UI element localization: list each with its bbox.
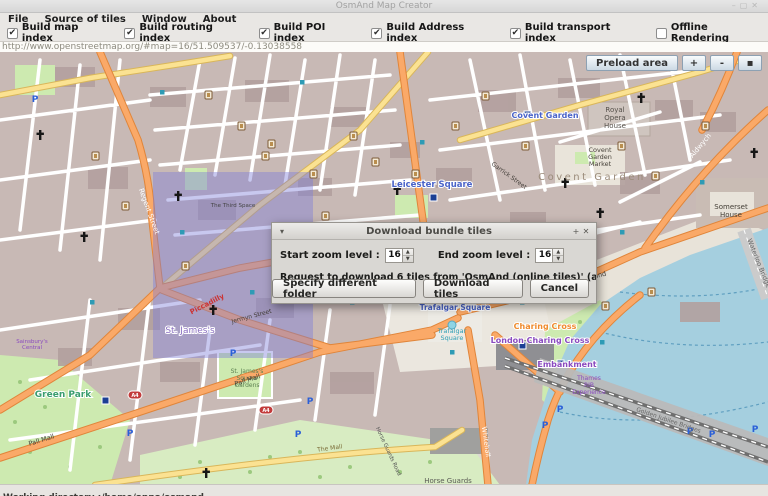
svg-text:P: P <box>295 430 302 440</box>
dialog-title: Download bundle tiles <box>287 226 571 237</box>
dialog-menu-icon[interactable]: ▾ <box>277 227 287 236</box>
label-covent-garden-district: Covent Garden <box>538 172 646 183</box>
label-embankment: Embankment <box>537 360 596 369</box>
svg-text:P: P <box>127 429 134 439</box>
svg-text:Market: Market <box>589 160 612 168</box>
dialog-titlebar[interactable]: ▾ Download bundle tiles + ✕ <box>272 223 596 240</box>
label-trafalgar-square: Trafalgar Square <box>420 303 491 312</box>
checkbox-icon[interactable]: ✔ <box>124 28 135 39</box>
label-green-park: Green Park <box>35 390 92 400</box>
label-st-james: St. James's <box>165 326 215 336</box>
svg-text:A4: A4 <box>262 408 270 414</box>
maximize-icon[interactable]: ▢ <box>740 1 752 10</box>
osmand-map-creator-window: OsmAnd Map Creator –▢✕ File Source of ti… <box>0 0 768 496</box>
dialog-maximize-icon[interactable]: + <box>571 227 581 236</box>
checkbox-icon[interactable]: ✔ <box>7 28 18 39</box>
close-icon[interactable]: ✕ <box>751 1 762 10</box>
download-tiles-button[interactable]: Download tiles <box>423 279 523 298</box>
svg-text:P: P <box>709 430 716 440</box>
svg-text:House: House <box>720 211 742 219</box>
spin-down-icon[interactable]: ▼ <box>553 256 563 262</box>
checkbox-build-poi-index[interactable]: ✔ Build POI index <box>259 22 359 44</box>
svg-text:RIB: RIB <box>584 382 594 389</box>
svg-text:Central: Central <box>22 345 42 351</box>
cancel-button[interactable]: Cancel <box>530 279 589 298</box>
map-url: http://www.openstreetmap.org/#map=16/51.… <box>0 42 768 52</box>
checkbox-icon[interactable]: ✔ <box>510 28 521 39</box>
spinner-arrows[interactable]: ▲ ▼ <box>552 249 563 262</box>
label-trafalgar-square-poi: Trafalgar Square <box>437 327 467 342</box>
svg-text:Thames: Thames <box>576 375 601 382</box>
zoom-in-button[interactable]: + <box>682 55 706 71</box>
label-charing-cross: Charing Cross <box>514 322 577 331</box>
label-covent-garden-station: Covent Garden <box>511 111 578 120</box>
checkbox-label: Build Address index <box>386 22 497 44</box>
checkbox-label: Build map index <box>22 22 112 44</box>
dialog-close-icon[interactable]: ✕ <box>581 227 591 236</box>
svg-text:House: House <box>604 122 626 130</box>
checkbox-build-routing-index[interactable]: ✔ Build routing index <box>124 22 245 44</box>
window-titlebar[interactable]: OsmAnd Map Creator –▢✕ <box>0 0 768 13</box>
svg-text:P: P <box>752 425 759 435</box>
end-zoom-spinner[interactable]: 16 ▲ ▼ <box>535 248 564 263</box>
svg-text:P: P <box>307 397 314 407</box>
end-zoom-label: End zoom level : <box>438 250 530 261</box>
label-leicester-square: Leicester Square <box>392 180 473 190</box>
checkbox-build-map-index[interactable]: ✔ Build map index <box>7 22 111 44</box>
svg-text:Somerset: Somerset <box>714 203 748 211</box>
checkbox-label: Build transport index <box>525 22 643 44</box>
checkbox-icon[interactable] <box>656 28 667 39</box>
zoom-level-row: Start zoom level : 16 ▲ ▼ End zoom level… <box>272 240 596 263</box>
svg-text:Royal: Royal <box>605 106 624 114</box>
end-zoom-value[interactable]: 16 <box>536 249 552 262</box>
checkbox-offline-rendering[interactable]: Offline Rendering <box>656 22 768 44</box>
start-zoom-value[interactable]: 16 <box>386 249 402 262</box>
start-zoom-spinner[interactable]: 16 ▲ ▼ <box>385 248 414 263</box>
label-the-third-space: The Third Space <box>210 203 256 209</box>
download-bundle-tiles-dialog: ▾ Download bundle tiles + ✕ Start zoom l… <box>271 222 597 304</box>
window-title: OsmAnd Map Creator <box>0 0 768 12</box>
svg-text:Experience: Experience <box>572 389 606 396</box>
svg-text:Opera: Opera <box>604 114 625 122</box>
checkbox-label: Build routing index <box>139 22 245 44</box>
spin-up-icon[interactable]: ▲ <box>403 249 413 256</box>
checkbox-icon[interactable]: ✔ <box>371 28 382 39</box>
window-controls[interactable]: –▢✕ <box>732 0 762 12</box>
label-royal-opera-house: Royal Opera House <box>604 106 626 130</box>
svg-text:P: P <box>542 421 549 431</box>
spin-down-icon[interactable]: ▼ <box>403 256 413 262</box>
label-covent-garden-market: Covent Garden Market <box>588 146 612 168</box>
svg-text:P: P <box>557 405 564 415</box>
extra-map-button[interactable]: ▪ <box>738 55 762 71</box>
svg-text:Square: Square <box>441 334 464 342</box>
index-toolbar: ✔ Build map index ✔ Build routing index … <box>0 25 768 42</box>
spin-up-icon[interactable]: ▲ <box>553 249 563 256</box>
zoom-out-button[interactable]: - <box>710 55 734 71</box>
dialog-buttons: Specify different folder Download tiles … <box>272 279 589 298</box>
preload-area-button[interactable]: Preload area <box>586 55 678 71</box>
svg-text:P: P <box>32 95 39 105</box>
checkbox-label: Offline Rendering <box>671 22 768 44</box>
start-zoom-label: Start zoom level : <box>280 250 380 261</box>
specify-different-folder-button[interactable]: Specify different folder <box>272 279 416 298</box>
svg-text:A4: A4 <box>131 393 139 399</box>
checkbox-build-address-index[interactable]: ✔ Build Address index <box>371 22 497 44</box>
checkbox-label: Build POI index <box>274 22 359 44</box>
checkbox-build-transport-index[interactable]: ✔ Build transport index <box>510 22 643 44</box>
map-url-bar: http://www.openstreetmap.org/#map=16/51.… <box>0 42 768 52</box>
status-bar: Working directory :/home/anna/osmand <box>0 484 768 496</box>
minimize-icon[interactable]: – <box>732 1 740 10</box>
spinner-arrows[interactable]: ▲ ▼ <box>402 249 413 262</box>
checkbox-icon[interactable]: ✔ <box>259 28 270 39</box>
map-controls: Preload area + - ▪ <box>586 55 762 71</box>
svg-text:P: P <box>230 349 237 359</box>
label-london-charing-cross: London Charing Cross <box>491 336 590 345</box>
